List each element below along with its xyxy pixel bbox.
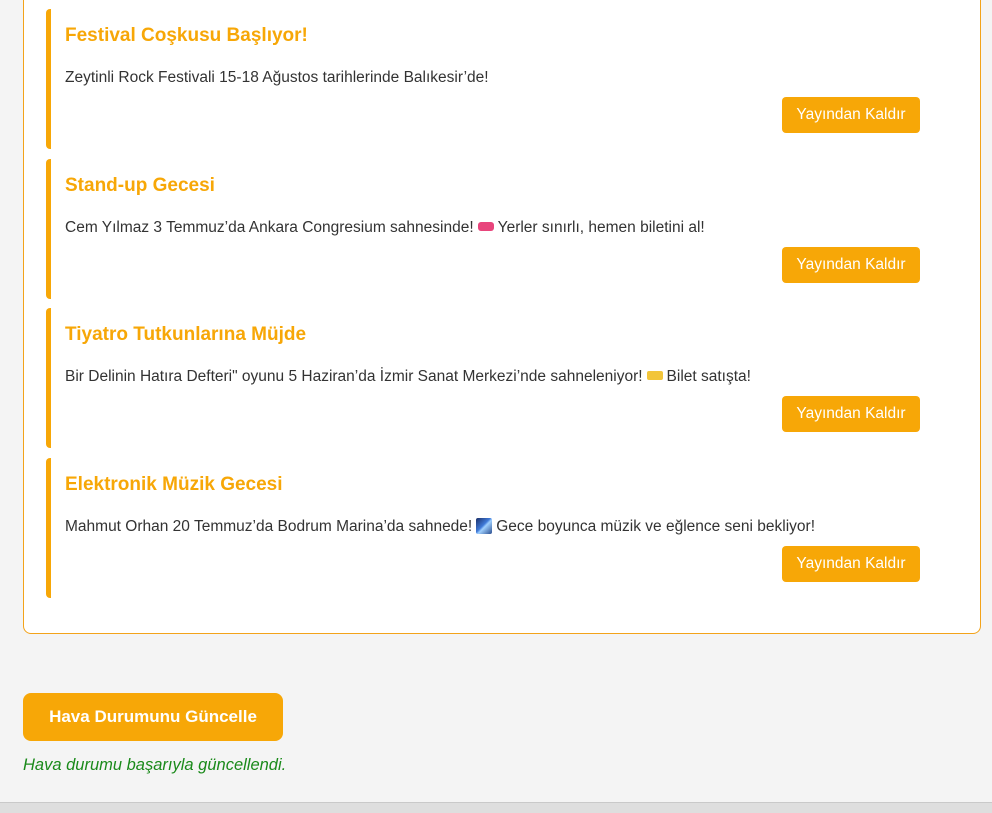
announcement-text: Mahmut Orhan 20 Temmuz’da Bodrum Marina’… — [65, 518, 815, 536]
announcement-card: Stand-up Gecesi Cem Yılmaz 3 Temmuz’da A… — [46, 159, 951, 299]
announcement-card: Elektronik Müzik Gecesi Mahmut Orhan 20 … — [46, 458, 951, 598]
unpublish-button[interactable]: Yayından Kaldır — [782, 247, 920, 283]
unpublish-button[interactable]: Yayından Kaldır — [782, 396, 920, 432]
announcement-card: Festival Coşkusu Başlıyor! Zeytinli Rock… — [46, 9, 951, 149]
announcement-text-extra: Gece boyunca müzik ve eğlence seni bekli… — [496, 518, 816, 535]
announcement-text-main: Mahmut Orhan 20 Temmuz’da Bodrum Marina’… — [65, 518, 473, 535]
announcement-text-main: Cem Yılmaz 3 Temmuz’da Ankara Congresium… — [65, 219, 474, 236]
announcement-title: Stand-up Gecesi — [65, 175, 215, 196]
announcement-text-main: Bir Delinin Hatıra Defteri" oyunu 5 Hazi… — [65, 368, 643, 385]
ticket-icon — [646, 371, 663, 380]
unpublish-button[interactable]: Yayından Kaldır — [782, 97, 920, 133]
announcement-card: Tiyatro Tutkunlarına Müjde Bir Delinin H… — [46, 308, 951, 448]
announcement-text-extra: Bilet satışta! — [666, 368, 751, 385]
weather-status-message: Hava durumu başarıyla güncellendi. — [23, 756, 287, 774]
ticket-icon — [477, 222, 494, 231]
announcement-title: Elektronik Müzik Gecesi — [65, 474, 283, 495]
announcement-text: Cem Yılmaz 3 Temmuz’da Ankara Congresium… — [65, 219, 705, 237]
announcement-text-main: Zeytinli Rock Festivali 15-18 Ağustos ta… — [65, 69, 489, 86]
unpublish-button[interactable]: Yayından Kaldır — [782, 546, 920, 582]
update-weather-button[interactable]: Hava Durumunu Güncelle — [23, 693, 283, 741]
announcement-text: Zeytinli Rock Festivali 15-18 Ağustos ta… — [65, 69, 489, 87]
announcement-title: Tiyatro Tutkunlarına Müjde — [65, 324, 307, 345]
announcements-panel: Festival Coşkusu Başlıyor! Zeytinli Rock… — [23, 0, 981, 634]
announcement-text-extra: Yerler sınırlı, hemen biletini al! — [497, 219, 705, 236]
bottom-bar — [0, 802, 992, 813]
music-icon — [476, 518, 493, 534]
announcement-title: Festival Coşkusu Başlıyor! — [65, 25, 308, 46]
announcement-text: Bir Delinin Hatıra Defteri" oyunu 5 Hazi… — [65, 368, 751, 386]
